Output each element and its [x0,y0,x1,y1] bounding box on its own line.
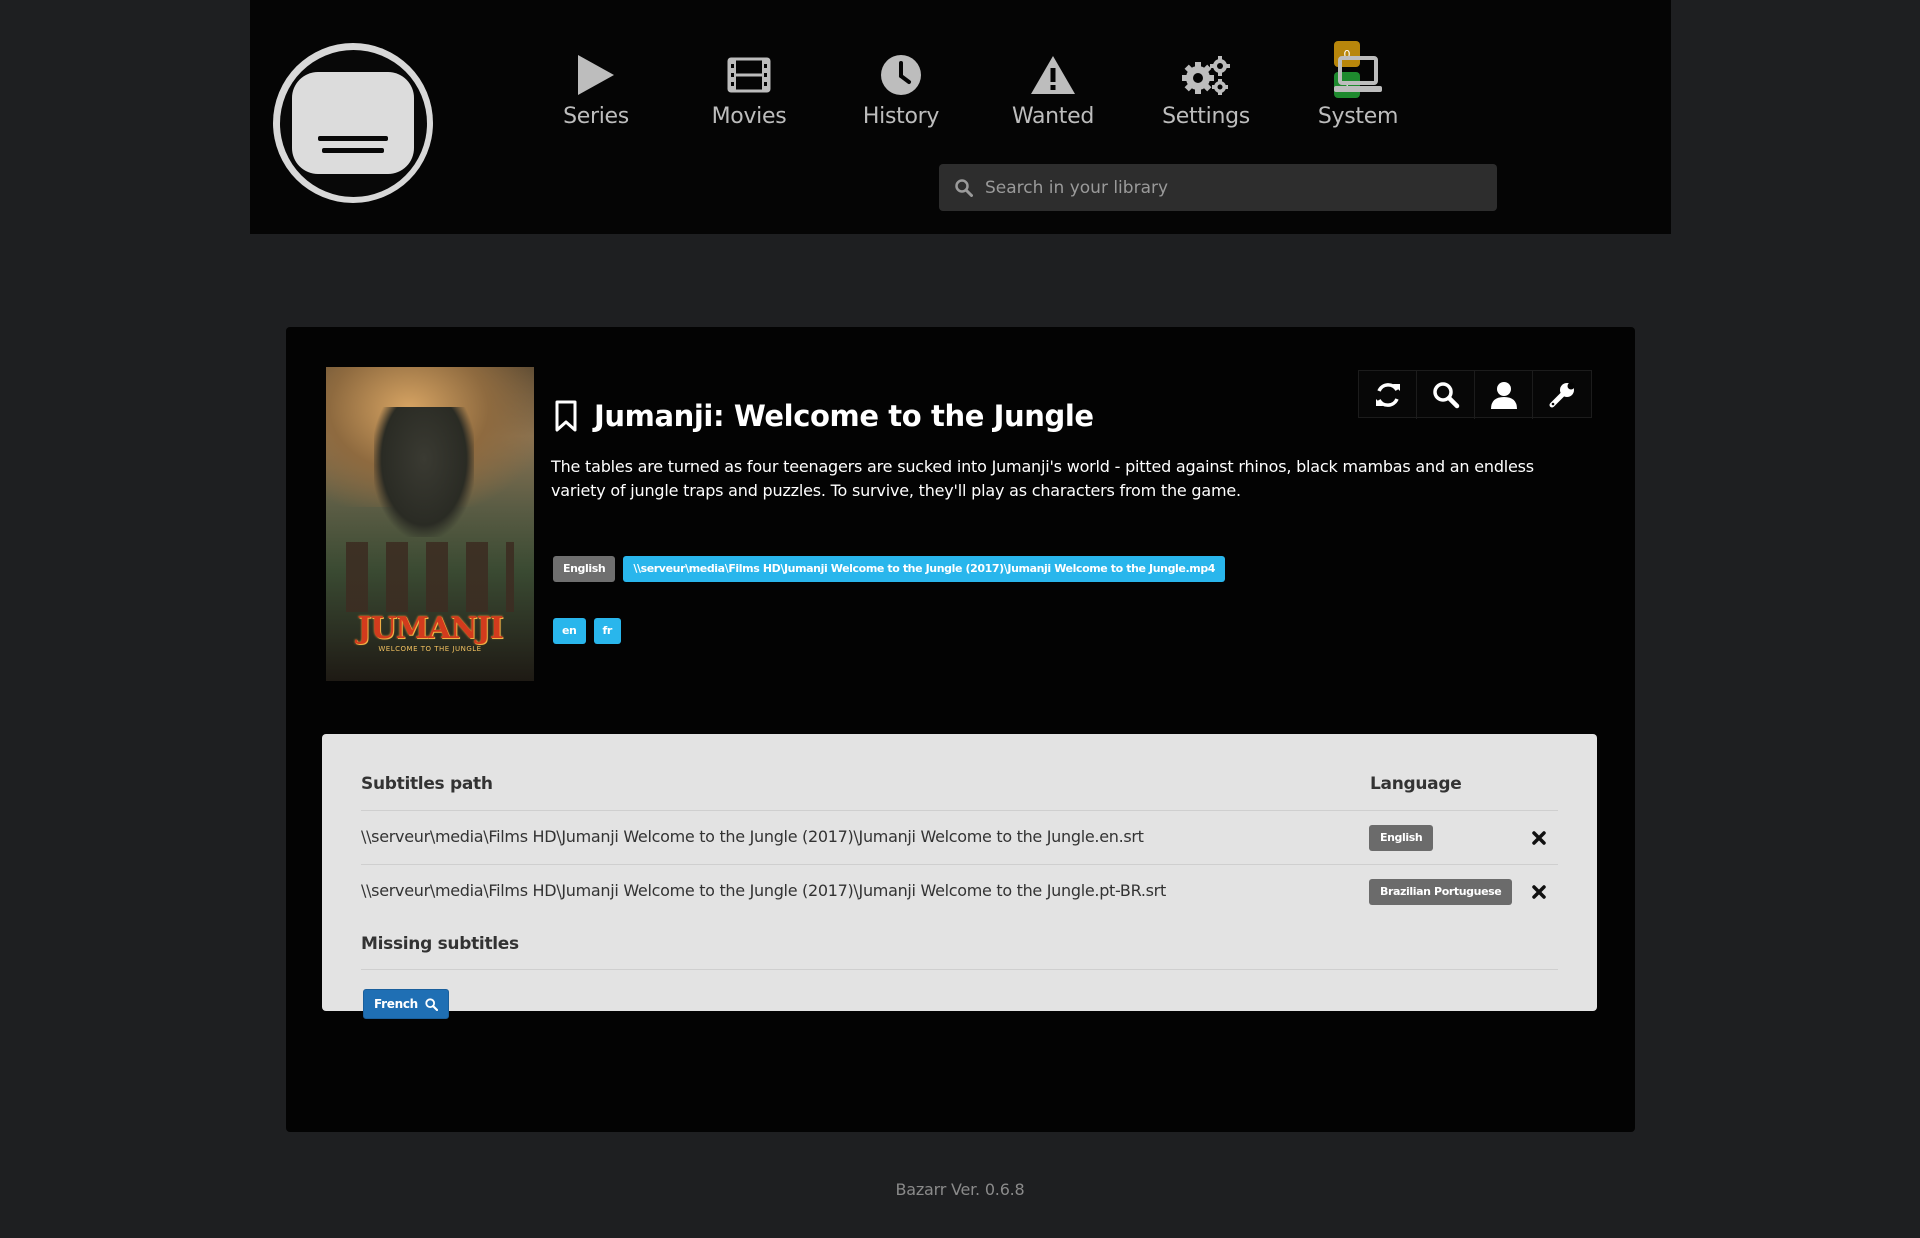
desired-language-label: fr [593,618,621,644]
film-icon [727,57,771,93]
bookmark-icon[interactable] [554,400,578,432]
movie-title-row: Jumanji: Welcome to the Jungle [554,399,1094,433]
gears-icon [1182,56,1230,95]
subtitles-card: Subtitles path Language \\serveur\media\… [322,734,1597,1019]
missing-language-label: French [374,997,418,1011]
manual-search-button[interactable] [1475,371,1533,419]
close-icon [1532,885,1546,899]
subtitles-path-header: Subtitles path [361,774,493,794]
movie-details-panel: JUMANJI WELCOME TO THE JUNGLE Jumanji: W… [286,327,1635,1132]
divider [361,969,1558,970]
subtitle-language-label: English [1369,825,1434,851]
delete-subtitle-button[interactable] [1529,882,1549,902]
subtitle-path: \\serveur\media\Films HD\Jumanji Welcome… [361,827,1144,846]
subtitle-language-label: Brazilian Portuguese [1369,879,1513,905]
nav-wanted-label: Wanted [1011,104,1095,129]
wrench-icon [1549,382,1575,408]
desired-languages: en fr [553,618,621,644]
movie-poster: JUMANJI WELCOME TO THE JUNGLE [326,367,534,681]
delete-subtitle-button[interactable] [1529,828,1549,848]
laptop-icon [1334,56,1382,92]
version-footer: Bazarr Ver. 0.6.8 [895,1180,1025,1199]
close-icon [1532,831,1546,845]
nav-system-label: System [1317,104,1399,129]
movie-path-label: \\serveur\media\Films HD\Jumanji Welcome… [623,556,1226,582]
nav-series[interactable]: Series [526,50,666,129]
top-navbar: Series Movies History Wanted 0 1 Setting… [250,0,1671,234]
poster-title: JUMANJI [357,611,504,646]
library-search[interactable] [939,164,1497,211]
user-icon [1490,382,1517,409]
edit-movie-button[interactable] [1533,371,1591,419]
search-icon [425,997,438,1011]
nav-series-label: Series [563,104,629,129]
movie-info-labels: English \\serveur\media\Films HD\Jumanji… [553,556,1226,582]
nav-history-label: History [862,104,940,129]
movie-overview: The tables are turned as four teenagers … [551,457,1534,500]
main-nav: Series Movies History Wanted 0 1 Setting… [526,41,1526,140]
search-missing-french-button[interactable]: French [363,989,449,1019]
nav-movies[interactable]: Movies [679,50,819,129]
warning-icon [1031,56,1075,94]
subtitle-path: \\serveur\media\Films HD\Jumanji Welcome… [361,881,1166,900]
nav-settings-label: Settings [1162,104,1250,129]
nav-settings[interactable]: Settings [1136,50,1276,129]
audio-language-label: English [553,556,616,582]
poster-subtitle: WELCOME TO THE JUNGLE [378,645,482,653]
divider [361,810,1558,811]
movie-toolbar [1358,370,1592,419]
missing-subtitles-header: Missing subtitles [361,934,519,954]
nav-history[interactable]: History [831,50,971,129]
search-missing-button[interactable] [1417,371,1475,419]
scan-disk-button[interactable] [1359,371,1417,419]
search-icon [1432,382,1459,409]
nav-system[interactable]: System [1288,50,1428,129]
nav-wanted[interactable]: Wanted [983,50,1123,129]
tv-icon [279,49,427,197]
bazarr-logo[interactable] [273,43,433,203]
search-icon [955,178,973,197]
nav-movies-label: Movies [711,104,787,129]
search-input[interactable] [985,177,1465,198]
refresh-icon [1375,383,1400,407]
language-header: Language [1370,774,1462,794]
movie-title: Jumanji: Welcome to the Jungle [594,399,1094,433]
desired-language-label: en [553,618,586,644]
play-icon [578,55,614,95]
divider [361,864,1558,865]
clock-icon [881,55,921,95]
